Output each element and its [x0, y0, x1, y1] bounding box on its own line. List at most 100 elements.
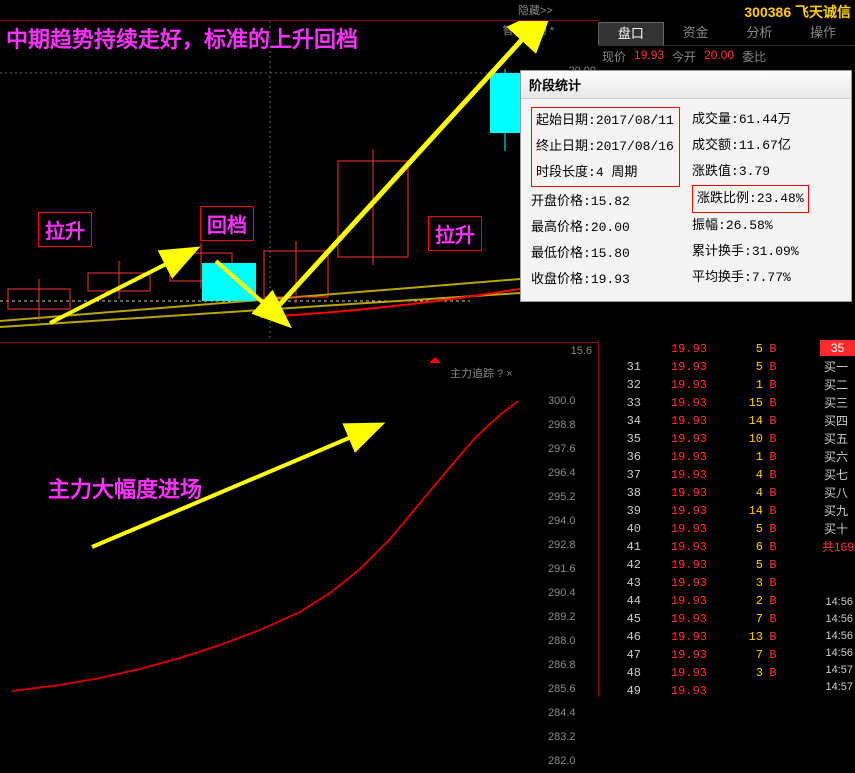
tick-row: 4319.933B — [599, 574, 820, 592]
lbl: 最低价格: — [531, 246, 591, 261]
label-open: 今开 — [668, 48, 700, 68]
axis-labels: 300.0298.8297.6296.4295.2294.0292.8291.6… — [548, 389, 576, 773]
val: 15.80 — [591, 246, 630, 261]
tick-row: 3319.9315B — [599, 394, 820, 412]
chip-value: 35 — [820, 340, 855, 356]
axis-tick: 291.6 — [548, 557, 576, 581]
candlestick-chart[interactable]: 智能辅助 * 20.00 — [0, 20, 598, 340]
stats-title: 阶段统计 — [521, 71, 851, 99]
tick-row: 3219.931B — [599, 376, 820, 394]
buy-level: 买三 — [820, 394, 855, 412]
buy-level: 买十 — [820, 520, 855, 538]
range-stats-panel[interactable]: 阶段统计 起始日期:2017/08/11 终止日期:2017/08/16 时段长… — [520, 70, 852, 302]
val: 11.67亿 — [739, 138, 791, 153]
value-price: 19.93 — [630, 48, 668, 68]
lbl: 成交量: — [692, 112, 739, 127]
main-force-chart[interactable]: 15.6 主力追踪 ? × 300.0298.8297.6296.4295.22… — [0, 342, 598, 698]
candle-svg — [0, 21, 598, 341]
tab-caozuo[interactable]: 操作 — [791, 22, 855, 45]
label-weibi: 委比 — [738, 48, 770, 68]
val: 20.00 — [591, 220, 630, 235]
tick-row: 4719.937B — [599, 646, 820, 664]
axis-tick: 282.0 — [548, 749, 576, 773]
buy-level: 买六 — [820, 448, 855, 466]
tick-row: 3919.9314B — [599, 502, 820, 520]
axis-tick: 289.2 — [548, 605, 576, 629]
lbl: 平均换手: — [692, 270, 752, 285]
mainforce-svg — [0, 343, 598, 699]
tick-list[interactable]: 19.93 5 B 3119.935B3219.931B3319.9315B34… — [598, 340, 820, 698]
stats-change-ratio: 涨跌比例:23.48% — [692, 185, 809, 213]
tick-row: 3419.9314B — [599, 412, 820, 430]
tick-row: 4919.93 — [599, 682, 820, 700]
lbl: 收盘价格: — [531, 272, 591, 287]
buy-level: 买五 — [820, 430, 855, 448]
val: 2017/08/16 — [596, 139, 674, 154]
time-label: 14:57 — [820, 681, 855, 698]
axis-tick: 288.0 — [548, 629, 576, 653]
lbl: 成交额: — [692, 138, 739, 153]
lbl: 最高价格: — [531, 220, 591, 235]
val: 31.09% — [752, 244, 799, 259]
time-label: 14:56 — [820, 613, 855, 630]
lbl: 振幅: — [692, 218, 726, 233]
buy-level: 买九 — [820, 502, 855, 520]
tick-row: 4119.936B — [599, 538, 820, 556]
val: 3.79 — [739, 164, 770, 179]
val: 61.44万 — [739, 112, 791, 127]
tab-zijin[interactable]: 资金 — [664, 22, 728, 45]
time-label: 14:57 — [820, 664, 855, 681]
axis-tick: 295.2 — [548, 485, 576, 509]
value-open: 20.00 — [700, 48, 738, 68]
tab-fenxi[interactable]: 分析 — [728, 22, 792, 45]
axis-tick: 286.8 — [548, 653, 576, 677]
lbl: 涨跌值: — [692, 164, 739, 179]
axis-tick: 284.4 — [548, 701, 576, 725]
stock-code-name: 300386 飞天诚信 — [744, 2, 851, 22]
tick-row: 19.93 5 B — [599, 340, 820, 358]
stats-date-group: 起始日期:2017/08/11 终止日期:2017/08/16 时段长度:4 周… — [531, 107, 680, 187]
tick-row: 3819.934B — [599, 484, 820, 502]
tick-row: 4219.935B — [599, 556, 820, 574]
tick-row: 4519.937B — [599, 610, 820, 628]
lbl: 起始日期: — [536, 113, 596, 128]
val: 4 周期 — [596, 165, 638, 180]
prev-close-label: 15.6 — [571, 345, 592, 357]
time-strip: 14:5614:5614:5614:5614:5714:57 — [820, 596, 855, 698]
tick-row: 3719.934B — [599, 466, 820, 484]
axis-tick: 292.8 — [548, 533, 576, 557]
buy-level: 买七 — [820, 466, 855, 484]
axis-tick: 296.4 — [548, 461, 576, 485]
axis-tick: 300.0 — [548, 389, 576, 413]
val: 15.82 — [591, 194, 630, 209]
val: 2017/08/11 — [596, 113, 674, 128]
tick-row: 4419.932B — [599, 592, 820, 610]
lbl: 累计换手: — [692, 244, 752, 259]
val: 19.93 — [591, 272, 630, 287]
time-label: 14:56 — [820, 647, 855, 664]
lbl: 时段长度: — [536, 165, 596, 180]
hide-toggle[interactable]: 隐藏>> — [518, 2, 553, 18]
side-tabs: 盘口 资金 分析 操作 — [598, 22, 855, 46]
tick-row: 4619.9313B — [599, 628, 820, 646]
lbl: 终止日期: — [536, 139, 596, 154]
time-label: 14:56 — [820, 596, 855, 613]
val: 26.58% — [726, 218, 773, 233]
tick-row: 4819.933B — [599, 664, 820, 682]
axis-tick: 294.0 — [548, 509, 576, 533]
axis-tick: 283.2 — [548, 725, 576, 749]
buy-total: 共169 — [820, 538, 855, 556]
label-price: 现价 — [598, 48, 630, 68]
buy-level: 买八 — [820, 484, 855, 502]
axis-tick: 290.4 — [548, 581, 576, 605]
tick-row: 4019.935B — [599, 520, 820, 538]
indicator-title: 主力追踪 ? × — [450, 365, 513, 381]
lbl: 开盘价格: — [531, 194, 591, 209]
buy-levels: 35 买一买二买三买四买五买六买七买八买九买十 共169 — [820, 340, 855, 556]
buy-level: 买二 — [820, 376, 855, 394]
tab-pankou[interactable]: 盘口 — [598, 22, 664, 45]
buy-level: 买一 — [820, 358, 855, 376]
tick-row: 3519.9310B — [599, 430, 820, 448]
axis-tick: 297.6 — [548, 437, 576, 461]
buy-level: 买四 — [820, 412, 855, 430]
